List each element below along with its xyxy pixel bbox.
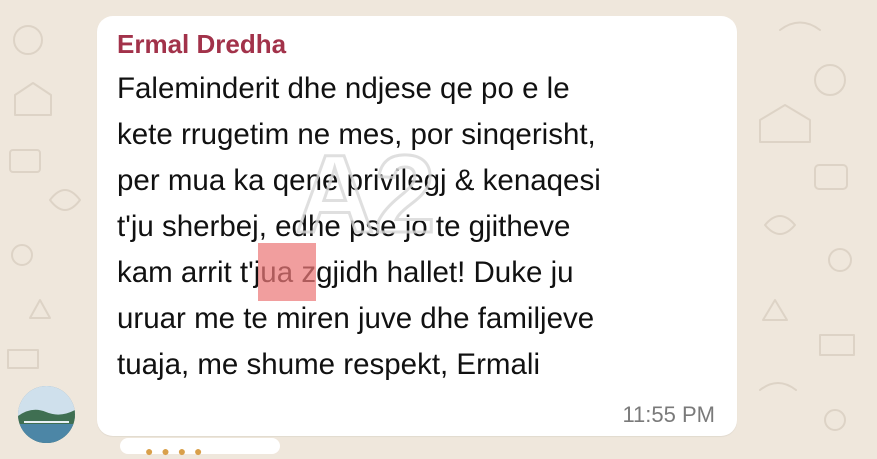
svg-text:A2: A2 bbox=[295, 133, 435, 256]
avatar[interactable] bbox=[18, 386, 75, 443]
message-timestamp: 11:55 PM bbox=[622, 402, 715, 427]
reaction-icons: ● ● ● ● bbox=[145, 443, 205, 459]
message-line: uruar me te miren juve dhe familjeve bbox=[117, 302, 595, 335]
message-line: tuaja, me shume respekt, Ermali bbox=[117, 348, 540, 381]
message-line: Faleminderit dhe ndjese qe po e le bbox=[117, 72, 570, 105]
profile-photo-icon bbox=[18, 386, 75, 443]
watermark-box bbox=[258, 243, 316, 301]
sender-name[interactable]: Ermal Dredha bbox=[117, 29, 286, 60]
